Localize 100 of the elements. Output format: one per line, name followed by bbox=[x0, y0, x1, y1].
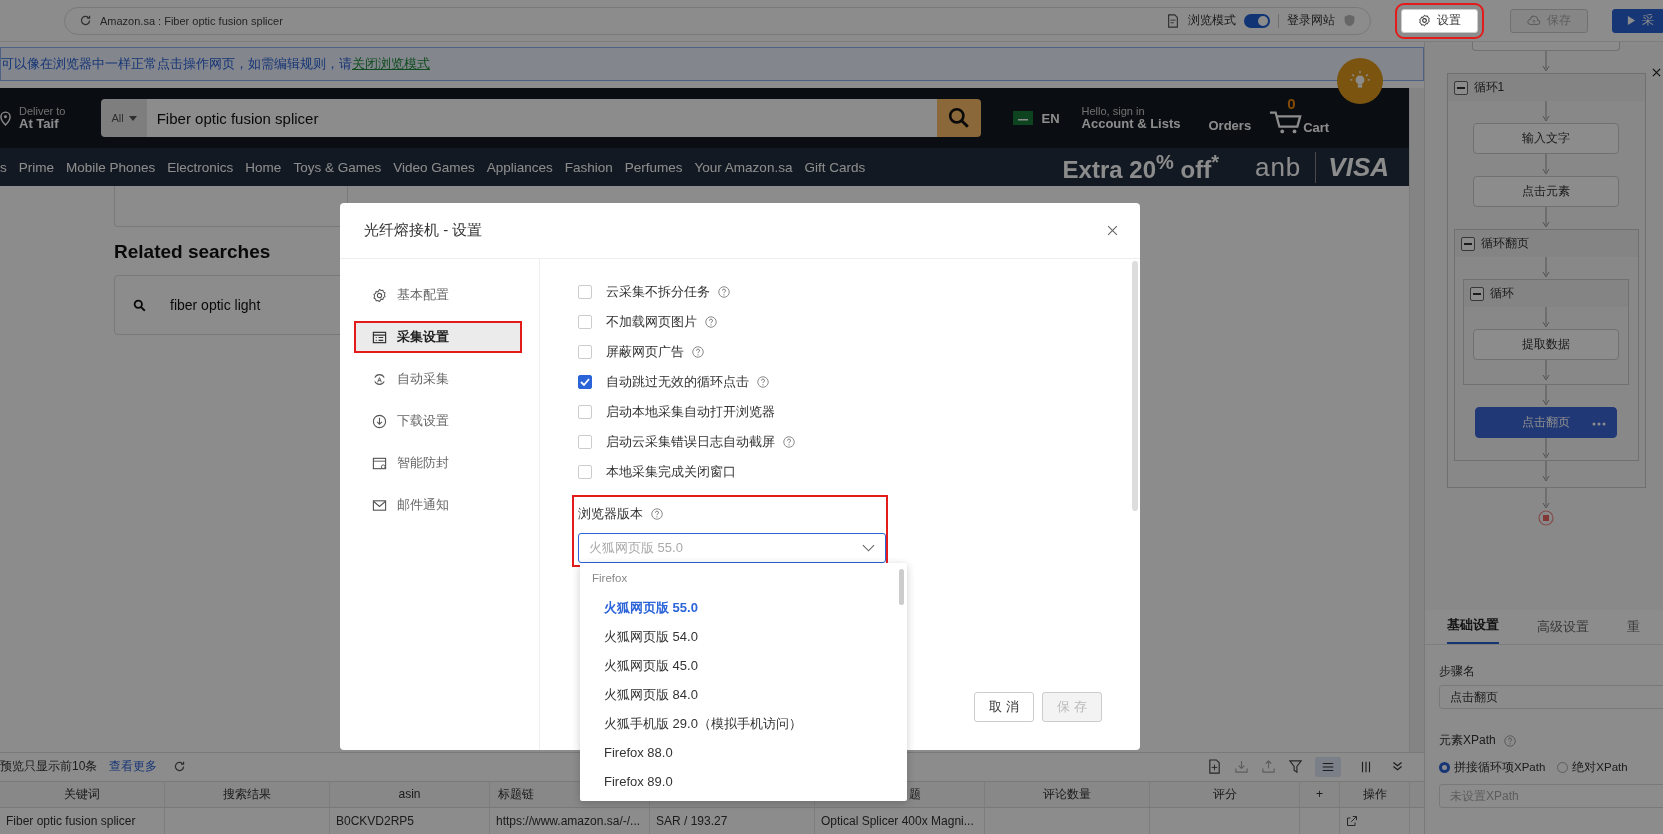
search-button[interactable] bbox=[937, 99, 982, 137]
document-icon[interactable] bbox=[1166, 13, 1180, 28]
help-icon[interactable] bbox=[757, 376, 769, 388]
search-field[interactable]: Fiber optic fusion splicer bbox=[146, 99, 938, 137]
flow-node[interactable]: 输入文字 bbox=[1473, 123, 1619, 154]
location-icon[interactable] bbox=[0, 110, 11, 126]
cart-count: 0 bbox=[1287, 95, 1296, 112]
collapse-button[interactable] bbox=[1470, 286, 1484, 301]
list-view-button[interactable] bbox=[1315, 756, 1341, 777]
open-link-icon[interactable] bbox=[1346, 815, 1358, 828]
caret-icon bbox=[128, 115, 137, 121]
help-icon[interactable] bbox=[692, 346, 704, 358]
nav-link[interactable]: s bbox=[0, 159, 7, 175]
close-icon[interactable] bbox=[1652, 68, 1661, 77]
column-header: + bbox=[1316, 787, 1323, 802]
field-label: 元素XPath bbox=[1439, 732, 1496, 749]
flow-node[interactable]: 点击翻页 bbox=[1475, 407, 1617, 438]
group-title: 循环翻页 bbox=[1480, 235, 1529, 252]
deliver-location[interactable]: At Taif bbox=[19, 116, 66, 132]
browse-mode-label: 浏览模式 bbox=[1188, 12, 1236, 29]
dropdown-option[interactable]: Firefox 89.0 bbox=[580, 767, 907, 796]
settings-menu-item[interactable]: 自动采集 bbox=[354, 363, 522, 395]
settings-menu-item[interactable]: 邮件通知 bbox=[354, 489, 522, 521]
help-icon[interactable] bbox=[705, 316, 717, 328]
nav-link[interactable]: Appliances bbox=[486, 159, 553, 175]
settings-menu-item[interactable]: 采集设置 bbox=[354, 321, 522, 353]
refresh-icon[interactable] bbox=[79, 14, 92, 27]
login-site-link[interactable]: 登录网站 bbox=[1287, 12, 1335, 29]
scrollbar[interactable] bbox=[899, 569, 904, 605]
settings-menu-item[interactable]: 下载设置 bbox=[354, 405, 522, 437]
close-icon[interactable] bbox=[1107, 225, 1118, 236]
collapse-button[interactable] bbox=[1453, 80, 1468, 95]
dropdown-option[interactable]: 火狐网页版 84.0 bbox=[580, 680, 907, 709]
language-selector[interactable]: EN bbox=[1041, 110, 1060, 126]
greeting-text: Hello, sign in bbox=[1081, 104, 1146, 117]
flow-arrow bbox=[1541, 385, 1551, 407]
collapse-button[interactable] bbox=[1460, 236, 1475, 251]
cancel-button[interactable]: 取 消 bbox=[974, 692, 1034, 722]
panel-tab[interactable]: 高级设置 bbox=[1537, 619, 1589, 644]
account-menu[interactable]: Account & Lists bbox=[1081, 116, 1181, 132]
dropdown-option[interactable]: 火狐网页版 54.0 bbox=[580, 622, 907, 651]
section-heading: Related searches bbox=[114, 241, 272, 263]
run-button[interactable]: 采 bbox=[1612, 8, 1663, 33]
checkbox[interactable] bbox=[578, 375, 592, 389]
close-browse-mode-link[interactable]: 关闭浏览模式 bbox=[352, 56, 430, 71]
search-icon bbox=[133, 298, 146, 312]
add-file-icon[interactable] bbox=[1207, 759, 1222, 775]
scrollbar[interactable] bbox=[1409, 88, 1424, 752]
nav-link[interactable]: Gift Cards bbox=[804, 159, 866, 175]
dropdown-option[interactable]: 火狐手机版 29.0（模拟手机访问） bbox=[580, 709, 907, 738]
flow-arrow bbox=[1541, 360, 1551, 382]
nav-link[interactable]: Mobile Phones bbox=[66, 159, 156, 175]
help-icon[interactable] bbox=[718, 286, 730, 298]
nav-link[interactable]: Your Amazon.sa bbox=[694, 159, 793, 175]
column-header: 评论数量 bbox=[1043, 786, 1091, 803]
nav-link[interactable]: Electronics bbox=[167, 159, 234, 175]
flow-arrow bbox=[1541, 488, 1551, 510]
nav-link[interactable]: Prime bbox=[18, 159, 54, 175]
list-icon bbox=[372, 329, 387, 345]
dropdown-option[interactable]: 火狐网页版 55.0 bbox=[580, 593, 907, 622]
upload-icon[interactable] bbox=[1261, 759, 1276, 775]
help-icon[interactable] bbox=[651, 508, 663, 520]
download-icon[interactable] bbox=[1234, 759, 1249, 775]
category-dropdown[interactable]: All bbox=[101, 99, 147, 137]
panel-tab[interactable]: 重 bbox=[1627, 619, 1640, 644]
settings-menu-item[interactable]: 智能防封 bbox=[354, 447, 522, 479]
xpath-mode-radio[interactable]: 绝对XPath bbox=[1557, 760, 1628, 775]
view-more-link[interactable]: 查看更多 bbox=[109, 758, 158, 776]
cart-icon[interactable] bbox=[1269, 109, 1304, 135]
nav-link[interactable]: Video Games bbox=[393, 159, 475, 175]
nav-link[interactable]: Toys & Games bbox=[293, 159, 382, 175]
browse-mode-toggle[interactable] bbox=[1244, 13, 1270, 28]
nav-link[interactable]: Home bbox=[245, 159, 282, 175]
filter-icon[interactable] bbox=[1288, 759, 1303, 775]
step-name-field[interactable]: 点击翻页 bbox=[1439, 685, 1663, 709]
search-icon bbox=[948, 107, 971, 129]
field-label: 步骤名 bbox=[1439, 663, 1476, 680]
nav-link[interactable]: Fashion bbox=[564, 159, 613, 175]
nav-link[interactable]: Perfumes bbox=[624, 159, 683, 175]
help-icon[interactable] bbox=[783, 436, 795, 448]
orders-link[interactable]: Orders bbox=[1208, 117, 1252, 133]
dropdown-option[interactable]: Firefox 88.0 bbox=[580, 738, 907, 767]
panel-tab[interactable]: 基础设置 bbox=[1447, 617, 1499, 644]
collapse-icon[interactable] bbox=[1391, 760, 1404, 774]
scrollbar[interactable] bbox=[1132, 261, 1138, 511]
dropdown-option[interactable]: 火狐网页版 45.0 bbox=[580, 651, 907, 680]
more-icon[interactable] bbox=[1592, 422, 1606, 426]
flag-icon bbox=[1013, 111, 1034, 125]
refresh-icon[interactable] bbox=[173, 760, 187, 774]
flow-node[interactable]: 提取数据 bbox=[1473, 329, 1619, 360]
table-cell: SAR / 193.27 bbox=[656, 814, 728, 829]
settings-menu-item[interactable]: 基本配置 bbox=[354, 279, 522, 311]
help-icon[interactable] bbox=[1503, 734, 1516, 747]
group-title: 循环1 bbox=[1473, 79, 1505, 96]
flow-node[interactable]: 点击元素 bbox=[1473, 176, 1619, 207]
column-header: 关键词 bbox=[64, 786, 100, 803]
flow-arrow bbox=[1541, 438, 1551, 460]
cart-link[interactable]: Cart bbox=[1303, 120, 1330, 135]
flow-node[interactable] bbox=[1472, 42, 1620, 51]
xpath-mode-radio[interactable]: 拼接循环项XPath bbox=[1439, 760, 1546, 775]
